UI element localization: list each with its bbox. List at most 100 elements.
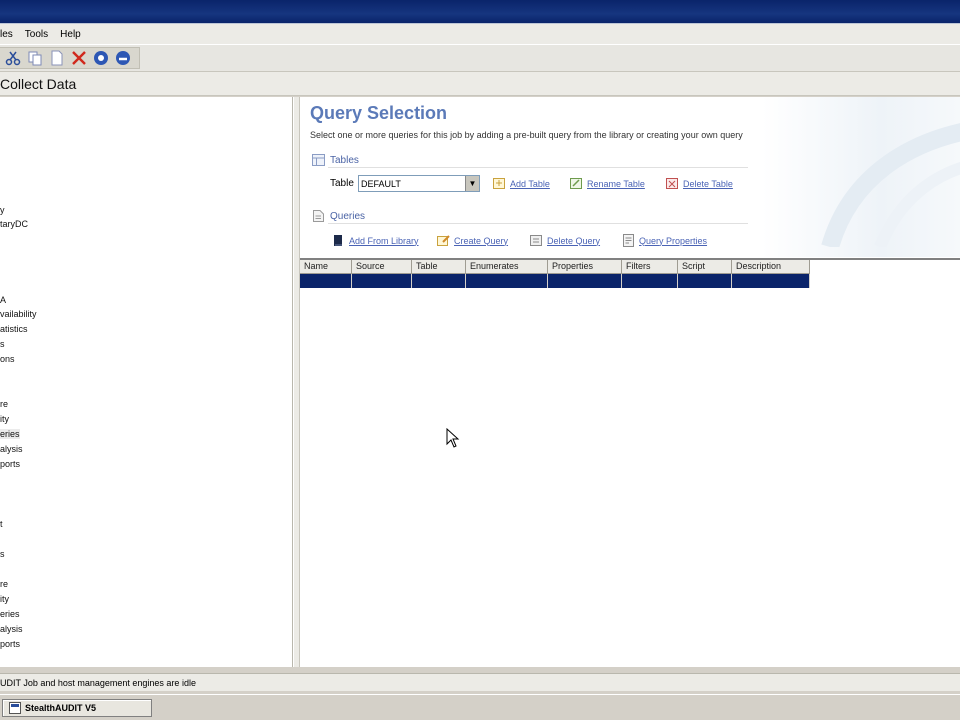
- new-icon[interactable]: [48, 49, 66, 67]
- grid-cell: [548, 274, 622, 288]
- navigation-tree: y taryDC Availability atistics s ons re ity erie…: [0, 97, 293, 667]
- mouse-cursor-icon: [446, 428, 460, 448]
- create-query-label: Create Query: [454, 235, 509, 246]
- tables-header-label: Tables: [330, 154, 359, 166]
- tree-item[interactable]: ity: [0, 414, 9, 424]
- grid-cell: [622, 274, 678, 288]
- delete-query-link[interactable]: Delete Query: [530, 234, 600, 247]
- tree-item[interactable]: re: [0, 579, 8, 589]
- delete-table-link[interactable]: Delete Table: [666, 177, 733, 190]
- toolbar-group: [0, 47, 140, 69]
- tree-item[interactable]: ons: [0, 354, 15, 364]
- library-book-icon: [334, 235, 342, 246]
- table-dropdown[interactable]: DEFAULT ▼: [358, 175, 480, 192]
- tables-group-header: Tables: [312, 154, 359, 166]
- section-title: Query Selection: [310, 103, 448, 123]
- grid-cell: [300, 274, 352, 288]
- query-selection-panel: Query Selection Select one or more queri…: [300, 97, 960, 667]
- grid-cell: [412, 274, 466, 288]
- queries-icon: [313, 210, 324, 222]
- table-dropdown-value: DEFAULT: [361, 178, 401, 189]
- grid-cell: [732, 274, 810, 288]
- column-header-properties[interactable]: Properties: [548, 260, 622, 274]
- tree-item[interactable]: ports: [0, 459, 20, 469]
- delete-query-label: Delete Query: [547, 235, 601, 246]
- tree-item[interactable]: taryDC: [0, 219, 28, 229]
- queries-divider: [328, 223, 748, 224]
- copy-icon[interactable]: [26, 49, 44, 67]
- tree-item[interactable]: t: [0, 519, 3, 529]
- breadcrumb: Collect Data: [0, 72, 960, 96]
- taskbar: StealthAUDIT V5: [0, 694, 960, 720]
- status-text: UDIT Job and host management engines are…: [0, 677, 196, 688]
- tree-item[interactable]: A: [0, 295, 6, 305]
- section-description: Select one or more queries for this job …: [310, 130, 743, 140]
- add-table-link[interactable]: Add Table: [493, 177, 550, 190]
- app-icon: [9, 702, 21, 714]
- create-query-icon: [437, 235, 450, 246]
- delete-query-icon: [530, 235, 542, 246]
- menu-tools[interactable]: Tools: [25, 29, 48, 40]
- decorative-swirl: [821, 123, 960, 247]
- rename-table-link[interactable]: Rename Table: [570, 177, 645, 190]
- tree-item[interactable]: ity: [0, 594, 9, 604]
- queries-group-header: Queries: [312, 210, 365, 222]
- column-header-name[interactable]: Name: [300, 260, 352, 274]
- tree-item[interactable]: s: [0, 549, 5, 559]
- column-header-source[interactable]: Source: [352, 260, 412, 274]
- add-table-icon: [493, 178, 505, 189]
- tables-icon: [312, 154, 325, 166]
- tree-item[interactable]: re: [0, 399, 8, 409]
- grid-header: Name Source Table Enumerates Properties …: [300, 260, 810, 274]
- window-titlebar: [0, 0, 960, 24]
- tree-item[interactable]: s: [0, 339, 5, 349]
- table-label: Table: [330, 178, 354, 189]
- about-icon[interactable]: [114, 49, 132, 67]
- table-row[interactable]: [300, 274, 810, 288]
- tree-item[interactable]: alysis: [0, 624, 23, 634]
- menu-bar: les Tools Help: [0, 24, 960, 44]
- pane-splitter[interactable]: [293, 97, 300, 667]
- tree-item[interactable]: alysis: [0, 444, 23, 454]
- grid-cell: [352, 274, 412, 288]
- toolbar: [0, 44, 960, 72]
- tree-item[interactable]: ports: [0, 639, 20, 649]
- add-from-library-link[interactable]: Add From Library: [332, 234, 419, 247]
- cut-icon[interactable]: [4, 49, 22, 67]
- help-icon[interactable]: [92, 49, 110, 67]
- tree-item[interactable]: vailability: [0, 309, 37, 319]
- rename-table-icon: [570, 178, 582, 189]
- page-title: Collect Data: [0, 75, 77, 92]
- grid-cell: [678, 274, 732, 288]
- query-header-area: Query Selection Select one or more queri…: [300, 97, 960, 257]
- queries-header-label: Queries: [330, 210, 366, 222]
- create-query-link[interactable]: Create Query: [437, 234, 508, 247]
- taskbar-app-button[interactable]: StealthAUDIT V5: [2, 699, 152, 717]
- query-grid: Name Source Table Enumerates Properties …: [300, 258, 960, 667]
- rename-table-label: Rename Table: [587, 178, 645, 189]
- delete-icon[interactable]: [70, 49, 88, 67]
- column-header-script[interactable]: Script: [678, 260, 732, 274]
- query-properties-link[interactable]: Query Properties: [622, 234, 707, 247]
- taskbar-app-label: StealthAUDIT V5: [25, 703, 97, 713]
- add-from-library-label: Add From Library: [349, 235, 419, 246]
- add-table-label: Add Table: [510, 178, 550, 189]
- delete-table-label: Delete Table: [683, 178, 733, 189]
- tree-item[interactable]: y: [0, 205, 5, 215]
- menu-modules[interactable]: les: [0, 29, 13, 40]
- column-header-filters[interactable]: Filters: [622, 260, 678, 274]
- status-bar: UDIT Job and host management engines are…: [0, 673, 960, 691]
- tables-divider: [328, 167, 748, 168]
- tree-item[interactable]: eries: [0, 609, 20, 619]
- column-header-enumerates[interactable]: Enumerates: [466, 260, 548, 274]
- delete-table-icon: [666, 178, 678, 189]
- menu-help[interactable]: Help: [60, 29, 81, 40]
- column-header-description[interactable]: Description: [732, 260, 810, 274]
- tree-item[interactable]: atistics: [0, 324, 28, 334]
- grid-cell: [466, 274, 548, 288]
- chevron-down-icon[interactable]: ▼: [465, 176, 479, 191]
- query-properties-icon: [623, 234, 634, 247]
- tree-item[interactable]: eries: [0, 429, 20, 439]
- column-header-table[interactable]: Table: [412, 260, 466, 274]
- query-properties-label: Query Properties: [639, 235, 708, 246]
